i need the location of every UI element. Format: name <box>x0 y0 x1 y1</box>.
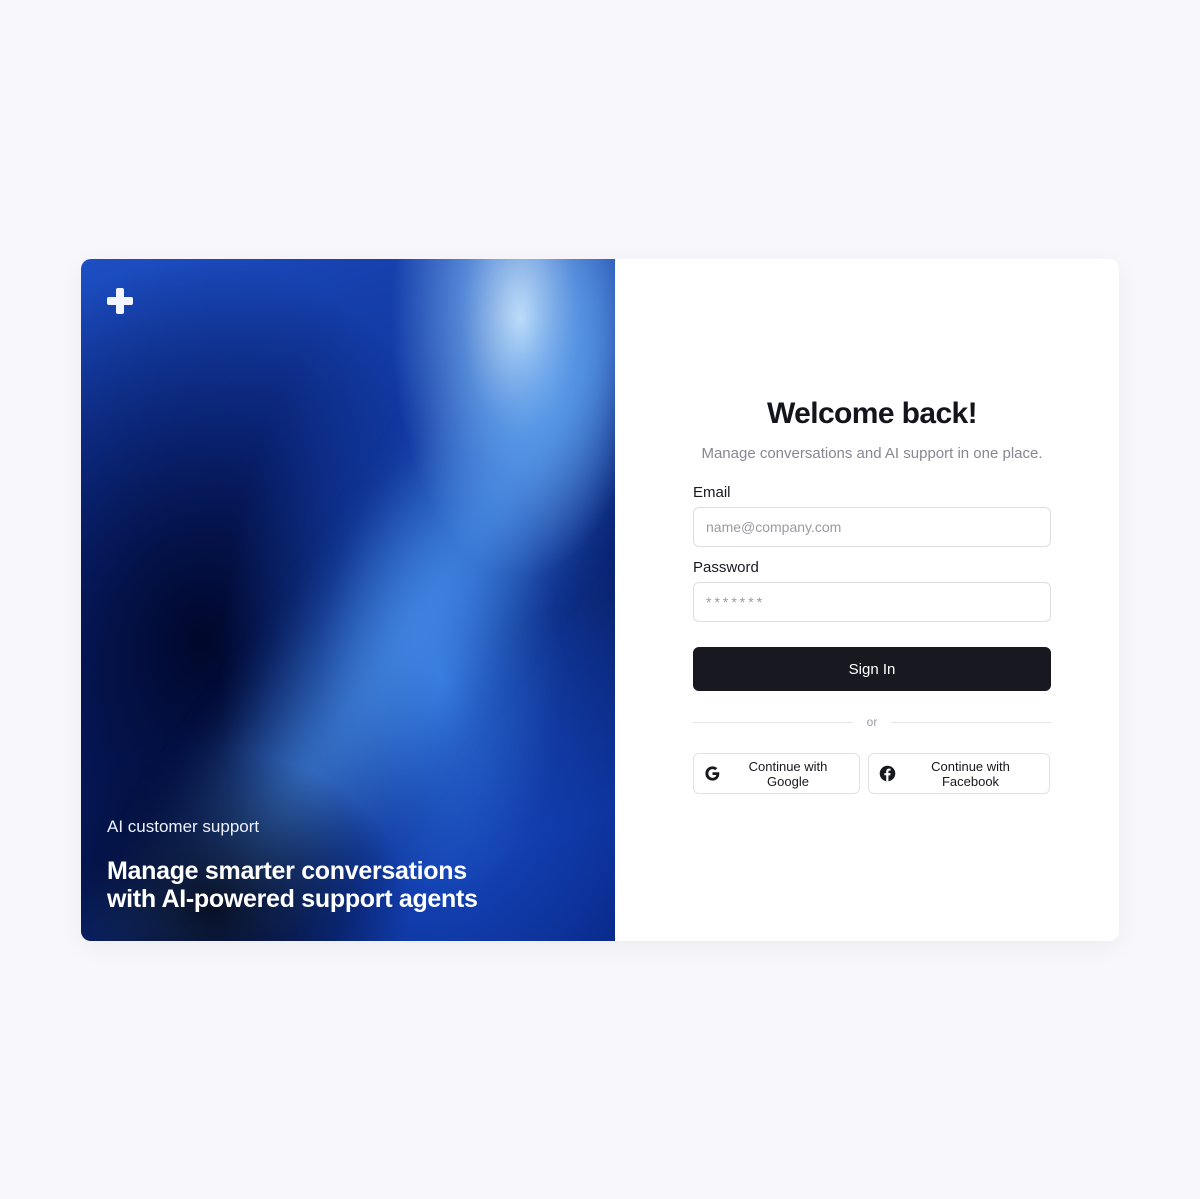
facebook-icon <box>879 765 896 782</box>
hero-headline: Manage smarter conversations with AI-pow… <box>107 857 478 913</box>
email-field[interactable] <box>693 507 1051 547</box>
google-icon <box>705 766 720 781</box>
facebook-button-label: Continue with Facebook <box>931 758 1010 789</box>
continue-with-facebook-button[interactable]: Continue with Facebook <box>868 753 1050 794</box>
hero-text: AI customer support Manage smarter conve… <box>107 817 507 913</box>
email-label: Email <box>693 484 731 501</box>
login-panel: Welcome back! Manage conversations and A… <box>615 259 1119 941</box>
plus-cross-logo-icon <box>107 288 133 314</box>
divider-line-left <box>693 721 853 723</box>
continue-with-google-button[interactable]: Continue with Google <box>693 753 860 794</box>
password-label: Password <box>693 559 759 576</box>
page-subtitle: Manage conversations and AI support in o… <box>701 445 1043 462</box>
divider-text: or <box>866 715 878 729</box>
sign-in-button[interactable]: Sign In <box>693 647 1051 691</box>
password-field[interactable] <box>693 582 1051 622</box>
page-title: Welcome back! <box>766 397 978 430</box>
login-card: AI customer support Manage smarter conve… <box>81 259 1119 941</box>
divider-line-right <box>891 721 1052 723</box>
google-button-label: Continue with Google <box>748 758 828 789</box>
login-form: Welcome back! Manage conversations and A… <box>693 397 1052 794</box>
or-divider: or <box>693 715 1052 729</box>
hero-panel: AI customer support Manage smarter conve… <box>81 259 615 941</box>
social-login-group: Continue with Google Continue with Faceb… <box>693 753 1051 794</box>
hero-eyebrow: AI customer support <box>107 817 260 836</box>
